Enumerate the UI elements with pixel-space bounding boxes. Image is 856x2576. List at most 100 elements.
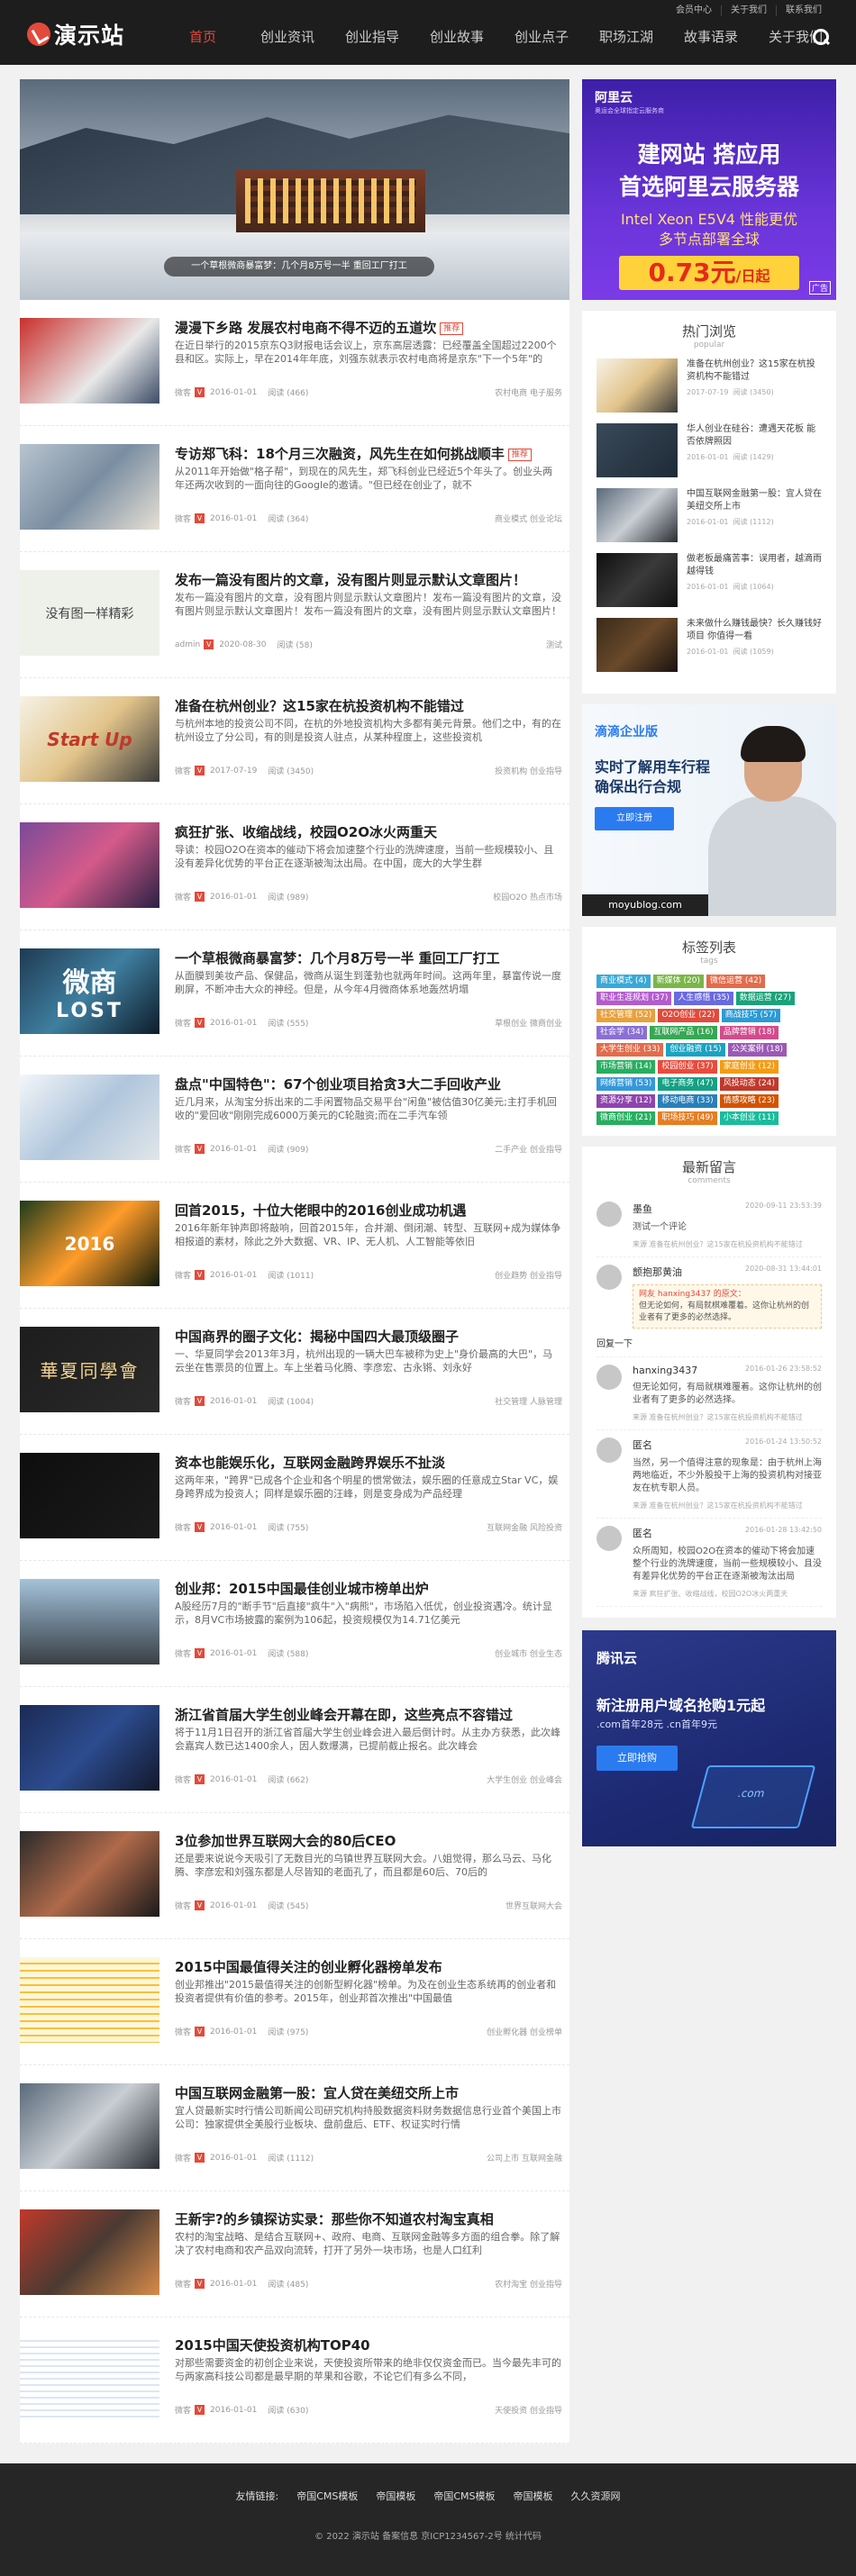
post-title[interactable]: 疯狂扩张、收缩战线，校园O2O冰火两重天: [175, 822, 562, 841]
hot-title[interactable]: 准备在杭州创业？这15家在杭投资机构不能错过: [687, 358, 822, 384]
about-us-link[interactable]: 关于我们: [721, 5, 776, 16]
post-item[interactable]: 2016 回首2015，十位大佬眼中的2016创业成功机遇 2016年新年钟声即…: [20, 1183, 569, 1309]
tag-link[interactable]: 公关案例 (18): [727, 1043, 788, 1057]
post-thumbnail[interactable]: [20, 1957, 159, 2043]
contact-us-link[interactable]: 联系我们: [776, 5, 831, 16]
friend-link[interactable]: 帝国CMS模板: [433, 2489, 495, 2503]
comment-source[interactable]: 来源 准备在杭州创业？这15家在杭投资机构不能错过: [633, 1239, 822, 1249]
tag-link[interactable]: 新媒体 (20): [652, 975, 704, 988]
post-author[interactable]: 微客: [175, 2404, 191, 2416]
post-thumbnail[interactable]: [20, 1075, 159, 1160]
post-author[interactable]: admin: [175, 640, 200, 649]
tag-link[interactable]: 社交管理 (52): [596, 1009, 656, 1022]
tag-link[interactable]: 商业模式 (4): [596, 975, 651, 988]
post-title[interactable]: 漫漫下乡路 发展农村电商不得不迈的五道坎 推荐: [175, 318, 562, 337]
post-item[interactable]: 专访郑飞科：18个月三次融资，风先生在如何挑战顺丰 推荐 从2011年开始做"格子…: [20, 426, 569, 552]
hot-thumbnail[interactable]: [596, 423, 678, 477]
post-tags[interactable]: 天使投资 创业指导: [495, 2404, 562, 2416]
post-title[interactable]: 2015中国天使投资机构TOP40: [175, 2336, 562, 2354]
tag-link[interactable]: 创业融资 (15): [666, 1043, 725, 1057]
friend-link[interactable]: 帝国CMS模板: [296, 2489, 358, 2503]
hot-title[interactable]: 华人创业在硅谷：遭遇天花板 能否依牌照因: [687, 423, 822, 449]
post-author[interactable]: 微客: [175, 1900, 191, 1911]
post-title-text[interactable]: 中国互联网金融第一股：宜人贷在美纽交所上市: [175, 2085, 459, 2101]
post-title-text[interactable]: 2015中国天使投资机构TOP40: [175, 2337, 370, 2354]
didi-register-button[interactable]: 立即注册: [595, 807, 674, 830]
tag-link[interactable]: 职业生涯规划 (37): [596, 992, 672, 1005]
post-title[interactable]: 一个草根微商暴富梦：几个月8万号一半 重回工厂打工: [175, 948, 562, 967]
post-title[interactable]: 2015中国最值得关注的创业孵化器榜单发布: [175, 1957, 562, 1976]
post-author[interactable]: 微客: [175, 512, 191, 524]
post-item[interactable]: 2015中国天使投资机构TOP40 对那些需要资金的初创企业来说，天使投资所带来…: [20, 2317, 569, 2444]
post-title[interactable]: 盘点"中国特色"：67个创业项目拾贪3大二手回收产业: [175, 1075, 562, 1093]
hot-title[interactable]: 中国互联网金融第一股：宜人贷在美纽交所上市: [687, 488, 822, 513]
tag-link[interactable]: 风投动态 (24): [719, 1077, 779, 1091]
member-center-link[interactable]: 会员中心: [667, 5, 721, 16]
tag-link[interactable]: O2O创业 (22): [658, 1009, 719, 1022]
post-tags[interactable]: 世界互联网大会: [505, 1900, 562, 1911]
post-item[interactable]: 盘点"中国特色"：67个创业项目拾贪3大二手回收产业 近几月来，从淘宝分拆出来的…: [20, 1057, 569, 1183]
post-thumbnail[interactable]: [20, 2083, 159, 2169]
post-tags[interactable]: 校园O2O 热点市场: [493, 891, 562, 903]
post-item[interactable]: 资本也能娱乐化，互联网金融跨界娱乐不扯淡 这两年来，"跨界"已成各个企业和各个明…: [20, 1435, 569, 1561]
tag-link[interactable]: 互联网产品 (16): [650, 1026, 717, 1039]
comment-source[interactable]: 来源 疯狂扩张、收缩战线，校园O2O冰火两重天: [633, 1589, 822, 1599]
post-item[interactable]: 漫漫下乡路 发展农村电商不得不迈的五道坎 推荐 在近日举行的2015京东Q3财报电…: [20, 300, 569, 426]
hot-item[interactable]: 未来做什么赚钱最快？长久赚钱好项目 你值得一看 2016-01-01 阅读 (1…: [596, 618, 822, 683]
post-thumbnail[interactable]: [20, 2336, 159, 2421]
post-title-text[interactable]: 王新宇?的乡镇探访实录：那些你不知道农村淘宝真相: [175, 2211, 494, 2227]
tag-link[interactable]: 校园创业 (37): [658, 1060, 717, 1074]
nav-item-guide[interactable]: 创业指导: [330, 27, 414, 53]
post-title[interactable]: 回首2015，十位大佬眼中的2016创业成功机遇: [175, 1201, 562, 1220]
post-tags[interactable]: 创业趋势 创业指导: [495, 1269, 562, 1281]
post-title-text[interactable]: 回首2015，十位大佬眼中的2016创业成功机遇: [175, 1202, 467, 1219]
tag-link[interactable]: 移动电商 (33): [658, 1094, 717, 1108]
post-tags[interactable]: 社交管理 人脉管理: [495, 1395, 562, 1407]
hot-title[interactable]: 未来做什么赚钱最快？长久赚钱好项目 你值得一看: [687, 618, 822, 643]
comment-author[interactable]: hanxing3437: [633, 1365, 697, 1376]
post-tags[interactable]: 农村淘宝 创业指导: [495, 2278, 562, 2290]
tag-link[interactable]: 人生感悟 (35): [674, 992, 733, 1005]
tag-link[interactable]: 商战技巧 (57): [721, 1009, 780, 1022]
tag-link[interactable]: 网络营销 (53): [596, 1077, 656, 1091]
post-author[interactable]: 微客: [175, 2278, 191, 2290]
post-title-text[interactable]: 发布一篇没有图片的文章，没有图片则显示默认文章图片！: [175, 572, 526, 588]
post-title-text[interactable]: 盘点"中国特色"：67个创业项目拾贪3大二手回收产业: [175, 1076, 501, 1093]
post-thumbnail[interactable]: [20, 1831, 159, 1917]
post-title-text[interactable]: 疯狂扩张、收缩战线，校园O2O冰火两重天: [175, 824, 437, 840]
post-title[interactable]: 中国互联网金融第一股：宜人贷在美纽交所上市: [175, 2083, 562, 2102]
slider-caption[interactable]: 一个草根微商暴富梦：几个月8万号一半 重回工厂打工: [164, 257, 434, 277]
comment-author[interactable]: 匿名: [633, 1438, 652, 1452]
post-item[interactable]: 華夏同學會 中国商界的圈子文化：揭秘中国四大最顶级圈子 一、华夏同学会2013年…: [20, 1309, 569, 1435]
post-tags[interactable]: 草根创业 微商创业: [495, 1017, 562, 1029]
post-title[interactable]: 准备在杭州创业？这15家在杭投资机构不能错过: [175, 696, 562, 715]
post-author[interactable]: 微客: [175, 1017, 191, 1029]
tag-link[interactable]: 小本创业 (11): [719, 1111, 779, 1125]
post-title-text[interactable]: 一个草根微商暴富梦：几个月8万号一半 重回工厂打工: [175, 950, 500, 966]
friend-link[interactable]: 帝国模板: [376, 2489, 415, 2503]
post-thumbnail[interactable]: [20, 318, 159, 404]
nav-item-stories[interactable]: 创业故事: [414, 27, 499, 53]
post-item[interactable]: 创业邦：2015中国最佳创业城市榜单出炉 A股经历7月的"断手节"后直接"疯牛"…: [20, 1561, 569, 1687]
hot-thumbnail[interactable]: [596, 553, 678, 607]
tag-link[interactable]: 职场技巧 (49): [658, 1111, 717, 1125]
comment-source[interactable]: 来源 准备在杭州创业？这15家在杭投资机构不能错过: [633, 1412, 822, 1422]
tag-link[interactable]: 市场营销 (14): [596, 1060, 656, 1074]
hot-item[interactable]: 准备在杭州创业？这15家在杭投资机构不能错过 2017-07-19 阅读 (34…: [596, 358, 822, 423]
post-thumbnail[interactable]: 微商 LOST: [20, 948, 159, 1034]
post-title-text[interactable]: 浙江省首届大学生创业峰会开幕在即，这些亮点不容错过: [175, 1707, 513, 1723]
post-item[interactable]: 王新宇?的乡镇探访实录：那些你不知道农村淘宝真相 农村的淘宝战略、是结合互联网+…: [20, 2191, 569, 2317]
post-author[interactable]: 微客: [175, 765, 191, 776]
tag-link[interactable]: 社会学 (34): [596, 1026, 648, 1039]
tag-link[interactable]: 大学生创业 (33): [596, 1043, 664, 1057]
post-tags[interactable]: 二手产业 创业指导: [495, 1143, 562, 1155]
aliyun-ad[interactable]: 阿里云 奥运会全球指定云服务商 建网站 搭应用 首选阿里云服务器 Intel X…: [582, 79, 836, 300]
tencent-buy-button[interactable]: 立即抢购: [596, 1746, 678, 1771]
nav-item-workplace[interactable]: 职场江湖: [584, 27, 669, 53]
post-author[interactable]: 微客: [175, 1773, 191, 1785]
post-thumbnail[interactable]: [20, 822, 159, 908]
post-tags[interactable]: 农村电商 电子服务: [495, 386, 562, 398]
post-tags[interactable]: 互联网金融 风险投资: [487, 1521, 562, 1533]
post-title[interactable]: 浙江省首届大学生创业峰会开幕在即，这些亮点不容错过: [175, 1705, 562, 1724]
tencent-ad[interactable]: 腾讯云 新注册用户域名抢购1元起 .com首年28元 .cn首年9元 立即抢购: [582, 1630, 836, 1846]
